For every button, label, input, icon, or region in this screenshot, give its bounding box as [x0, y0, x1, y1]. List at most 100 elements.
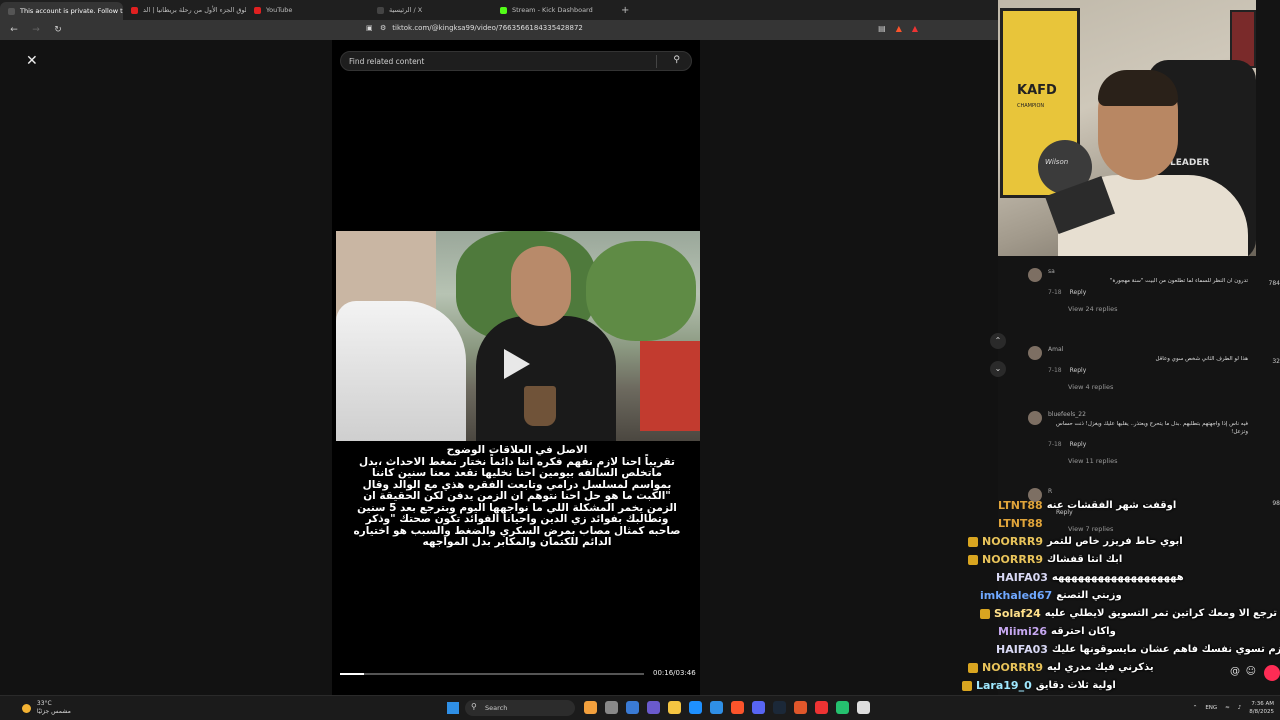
edge-icon[interactable] [689, 701, 702, 714]
divider [656, 55, 657, 68]
chat-username[interactable]: Miimi26 [998, 625, 1047, 638]
comment-bar[interactable]: @ ☺ [1018, 664, 1280, 684]
avatar[interactable] [1028, 346, 1042, 360]
chat-username[interactable]: LTNT88 [998, 517, 1043, 530]
wifi-icon[interactable]: ≈ [1225, 705, 1230, 711]
settings-icon[interactable] [857, 701, 870, 714]
clock[interactable]: 7:36 AM 8/8/2025 [1249, 700, 1274, 716]
play-icon[interactable] [504, 349, 530, 379]
back-icon[interactable]: ← [6, 25, 22, 35]
comment-date: 7-18 [1048, 289, 1062, 296]
chat-message: NOORRR9 ابوي حاط فريزر خاص للتمر [958, 533, 1183, 550]
mention-icon[interactable]: @ [1230, 666, 1240, 677]
language-indicator[interactable]: ENG [1205, 705, 1217, 711]
steam-icon[interactable] [773, 701, 786, 714]
app-icon[interactable] [584, 701, 597, 714]
rewards-icon[interactable]: ▲ [912, 24, 918, 33]
tab-label: This account is private. Follow th [20, 7, 123, 15]
avatar[interactable] [1028, 411, 1042, 425]
windows-start-icon[interactable] [447, 702, 459, 714]
browser-tab[interactable]: This account is private. Follow th✕ [0, 2, 123, 20]
chat-text: اوقفت شهر الفقشات عنه [1046, 500, 1177, 511]
like-count[interactable]: 98 [1272, 500, 1280, 507]
like-count[interactable]: 32 [1272, 358, 1280, 365]
clock-time: 7:36 AM [1251, 701, 1274, 707]
obs-icon[interactable] [815, 701, 828, 714]
app-icon[interactable] [794, 701, 807, 714]
chat-username[interactable]: NOORRR9 [982, 553, 1043, 566]
chat-username[interactable]: Solaf24 [994, 607, 1041, 620]
chat-text: لازم تسوي نفسك فاهم عشان مايسوقونها عليك [1051, 644, 1280, 655]
reply-button[interactable]: Reply [1070, 441, 1087, 448]
chat-text: ابوي حاط فريزر خاص للتمر [1046, 536, 1183, 547]
brave-icon[interactable] [731, 701, 744, 714]
reply-button[interactable]: Reply [1070, 289, 1087, 296]
search-icon[interactable]: ⚲ [673, 55, 680, 65]
view-replies-button[interactable]: View 7 replies [1068, 525, 1113, 533]
app-icon[interactable] [836, 701, 849, 714]
browser-tab[interactable]: الرئيسية / X [369, 1, 492, 19]
address-bar[interactable]: ▣ ⚙ tiktok.com/@kingksa99/video/76635661… [366, 24, 583, 32]
tab-label: طلوق الجزء الأول من رحلة بريطانيا | الد [143, 6, 246, 14]
chat-username[interactable]: HAIFA03 [996, 643, 1048, 656]
chat-username[interactable]: LTNT88 [998, 499, 1043, 512]
browser-tab[interactable]: طلوق الجزء الأول من رحلة بريطانيا | الد [123, 1, 246, 19]
related-search-input[interactable]: Find related content ⚲ [340, 51, 692, 71]
explorer-icon[interactable] [668, 701, 681, 714]
reader-icon[interactable]: ▤ [878, 24, 886, 33]
chevron-up-icon[interactable]: ⌃ [1193, 705, 1198, 711]
tab-label: YouTube [266, 6, 293, 14]
taskbar-search[interactable]: ⚲ Search [465, 700, 575, 716]
taskbar-apps [584, 701, 870, 714]
teams-icon[interactable] [647, 701, 660, 714]
bookmark-icon[interactable]: ▣ [366, 24, 373, 32]
close-icon[interactable]: ✕ [26, 53, 38, 69]
post-comment-button[interactable] [1264, 665, 1280, 681]
subscriber-badge-icon [968, 536, 978, 547]
chat-username[interactable]: HAIFA03 [996, 571, 1048, 584]
search-placeholder: Find related content [349, 57, 425, 66]
chat-text: ابك انثا قفشاك [1046, 554, 1123, 565]
browser-tab[interactable]: YouTube [246, 1, 369, 19]
taskbar-search-label: Search [485, 704, 508, 712]
tiktok-page: ✕ Find related content ⚲ الاصل في العلاق… [0, 40, 998, 695]
browser-tab[interactable]: Stream - Kick Dashboard [492, 1, 615, 19]
site-info-icon[interactable]: ⚙ [380, 24, 386, 32]
weather-widget[interactable]: 33°C مشمس جزئيًا [22, 700, 71, 716]
avatar[interactable] [1028, 268, 1042, 282]
reload-icon[interactable]: ↻ [50, 25, 66, 35]
comment-meta: 7-18 Reply [1048, 367, 1086, 374]
view-replies-button[interactable]: View 11 replies [1068, 457, 1117, 465]
chevron-up-icon[interactable]: ⌃ [990, 333, 1006, 349]
chat-username[interactable]: imkhaled67 [980, 589, 1052, 602]
comment-user[interactable]: bluefeels_22 [1048, 411, 1086, 418]
chat-message: Miimi26 واكان احترقه [958, 623, 1116, 640]
new-tab-button[interactable]: + [621, 5, 629, 16]
ball-text: Wilson [1045, 158, 1069, 166]
tab-favicon-icon [500, 6, 507, 14]
brave-shield-icon[interactable]: ▲ [896, 24, 902, 33]
discord-icon[interactable] [752, 701, 765, 714]
sun-icon [22, 703, 31, 713]
view-replies-button[interactable]: View 24 replies [1068, 305, 1117, 313]
chat-username[interactable]: NOORRR9 [982, 535, 1043, 548]
task-view-icon[interactable] [605, 701, 618, 714]
video-frame[interactable] [336, 231, 700, 441]
url-text[interactable]: tiktok.com/@kingksa99/video/766356618433… [392, 24, 583, 32]
view-replies-button[interactable]: View 4 replies [1068, 383, 1113, 391]
forward-icon[interactable]: → [28, 25, 44, 35]
reply-button[interactable]: Reply [1070, 367, 1087, 374]
store-icon[interactable] [710, 701, 723, 714]
video-progress-bar[interactable] [340, 673, 644, 675]
comment-user[interactable]: R [1048, 488, 1052, 495]
video-player[interactable]: Find related content ⚲ الاصل في العلاقات… [332, 40, 700, 695]
person-head [511, 246, 571, 326]
emoji-icon[interactable]: ☺ [1246, 666, 1256, 677]
comment-user[interactable]: Amal [1048, 346, 1063, 353]
volume-icon[interactable]: ♪ [1238, 705, 1242, 711]
chevron-down-icon[interactable]: ⌄ [990, 361, 1006, 377]
comment-user[interactable]: sa [1048, 268, 1055, 275]
system-tray: ⌃ ENG ≈ ♪ 7:36 AM 8/8/2025 [1193, 700, 1274, 716]
copilot-icon[interactable] [626, 701, 639, 714]
like-count[interactable]: 784 [1269, 280, 1280, 287]
